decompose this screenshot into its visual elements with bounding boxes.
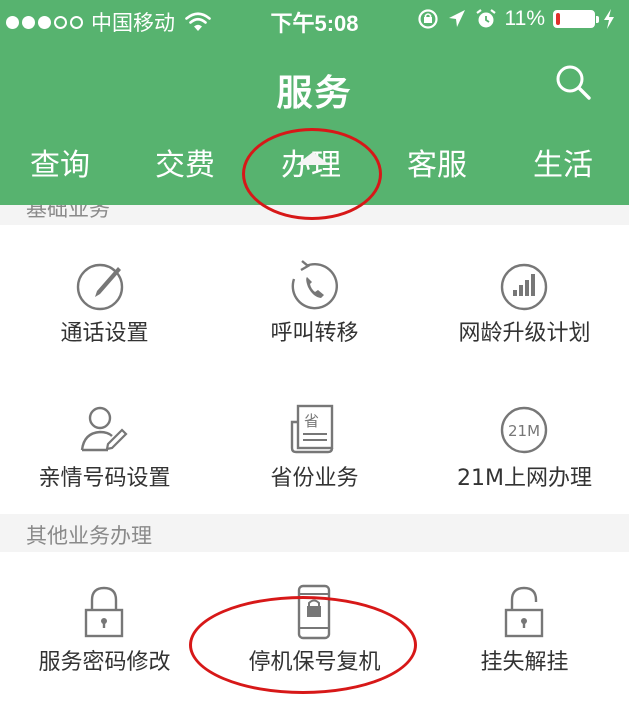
tab-life[interactable]: 生活 <box>503 140 623 184</box>
annotation-circle-tab <box>242 128 382 220</box>
user-edit-icon <box>80 406 128 452</box>
battery-percent: 11% <box>504 7 545 30</box>
21m-icon: 21M <box>500 406 548 454</box>
grid-item-network-age-upgrade[interactable]: 网龄升级计划 <box>420 225 629 370</box>
basic-services-grid: 通话设置 呼叫转移 网龄升级计划 亲情号码设置 省 省份业务 21M 21M上网… <box>0 225 629 514</box>
rotation-lock-icon <box>417 9 438 29</box>
tab-service[interactable]: 客服 <box>377 140 497 184</box>
province-doc-icon: 省 <box>290 404 334 454</box>
annotation-circle-suspend <box>189 596 417 694</box>
grid-item-call-settings[interactable]: 通话设置 <box>0 225 209 370</box>
grid-item-change-service-password[interactable]: 服务密码修改 <box>0 552 209 703</box>
tab-query[interactable]: 查询 <box>0 140 120 184</box>
tab-payment[interactable]: 交费 <box>125 140 245 184</box>
grid-item-province-services[interactable]: 省 省份业务 <box>210 370 419 514</box>
grid-item-report-loss[interactable]: 挂失解挂 <box>420 552 629 703</box>
charging-bolt-icon <box>604 9 614 29</box>
grid-item-21m-internet[interactable]: 21M 21M上网办理 <box>420 370 629 514</box>
page-title: 服务 <box>276 73 353 114</box>
battery-icon <box>553 10 599 28</box>
grid-item-call-forwarding[interactable]: 呼叫转移 <box>210 225 419 370</box>
unlock-icon <box>504 586 544 638</box>
location-arrow-icon <box>448 10 465 27</box>
status-bar: 中国移动 下午5:08 11% <box>0 0 629 40</box>
svg-text:省: 省 <box>304 412 319 430</box>
pen-icon <box>76 263 124 311</box>
grid-item-family-numbers[interactable]: 亲情号码设置 <box>0 370 209 514</box>
signal-bars-icon <box>500 263 548 311</box>
svg-text:21M: 21M <box>508 422 540 440</box>
section-header-other: 其他业务办理 <box>0 514 629 552</box>
search-icon[interactable] <box>553 62 593 102</box>
lock-icon <box>84 586 124 638</box>
call-forward-icon <box>291 260 338 310</box>
alarm-clock-icon <box>475 9 496 28</box>
